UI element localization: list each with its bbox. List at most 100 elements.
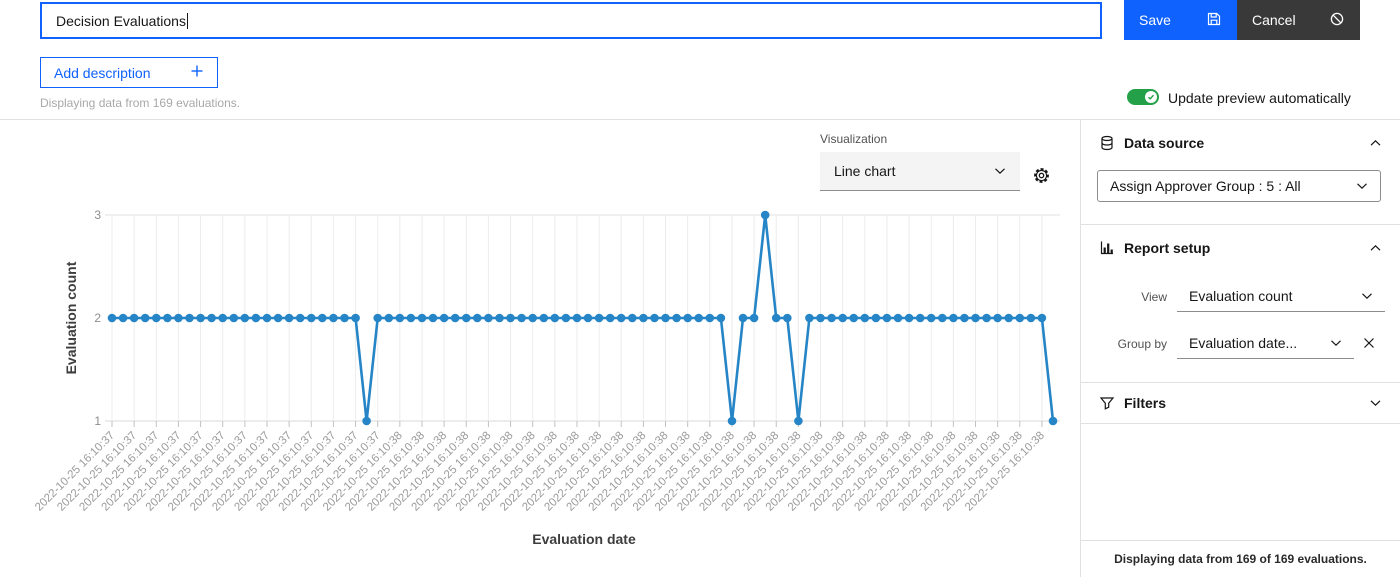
chart-point[interactable] (761, 211, 770, 220)
chart-point[interactable] (849, 314, 858, 323)
chart-point[interactable] (905, 314, 914, 323)
chart-point[interactable] (1016, 314, 1025, 323)
chart-point[interactable] (207, 314, 216, 323)
chart-point[interactable] (440, 314, 449, 323)
save-button[interactable]: Save (1124, 0, 1237, 40)
chart-point[interactable] (562, 314, 571, 323)
chart-point[interactable] (174, 314, 183, 323)
add-description-button[interactable]: Add description (40, 57, 218, 88)
chart-point[interactable] (683, 314, 692, 323)
chart-point[interactable] (805, 314, 814, 323)
chart-point[interactable] (451, 314, 460, 323)
chart-point[interactable] (838, 314, 847, 323)
chart-point[interactable] (883, 314, 892, 323)
chart-point[interactable] (495, 314, 504, 323)
chart-point[interactable] (584, 314, 593, 323)
cancel-button[interactable]: Cancel (1237, 0, 1360, 40)
chart-point[interactable] (1038, 314, 1047, 323)
group-by-select[interactable]: Evaluation date... (1177, 328, 1354, 359)
database-icon (1099, 135, 1115, 151)
chart-point[interactable] (418, 314, 427, 323)
chart-point[interactable] (462, 314, 471, 323)
chart-point[interactable] (960, 314, 969, 323)
chart-point[interactable] (916, 314, 925, 323)
chart-point[interactable] (373, 314, 382, 323)
chart-point[interactable] (141, 314, 150, 323)
chart-point[interactable] (263, 314, 272, 323)
chart-point[interactable] (540, 314, 549, 323)
chart-point[interactable] (595, 314, 604, 323)
chart-point[interactable] (894, 314, 903, 323)
view-select[interactable]: Evaluation count (1177, 281, 1385, 312)
report-title-input[interactable]: Decision Evaluations (40, 2, 1102, 39)
chart-point[interactable] (218, 314, 227, 323)
chart-point[interactable] (119, 314, 128, 323)
chart-point[interactable] (827, 314, 836, 323)
chart-point[interactable] (728, 417, 737, 426)
chart-point[interactable] (1004, 314, 1013, 323)
chart-point[interactable] (816, 314, 825, 323)
chart-point[interactable] (717, 314, 726, 323)
chart-point[interactable] (163, 314, 172, 323)
chart-point[interactable] (606, 314, 615, 323)
chart-point[interactable] (783, 314, 792, 323)
chart-point[interactable] (185, 314, 194, 323)
chart-point[interactable] (672, 314, 681, 323)
chart-point[interactable] (750, 314, 759, 323)
chart-point[interactable] (318, 314, 327, 323)
chart-point[interactable] (385, 314, 394, 323)
chart-point[interactable] (473, 314, 482, 323)
chart-point[interactable] (861, 314, 870, 323)
chart-point[interactable] (617, 314, 626, 323)
chart-point[interactable] (982, 314, 991, 323)
chart-point[interactable] (230, 314, 239, 323)
chart-point[interactable] (551, 314, 560, 323)
chart-point[interactable] (407, 314, 416, 323)
chart-point[interactable] (307, 314, 316, 323)
chart-point[interactable] (639, 314, 648, 323)
chart-point[interactable] (694, 314, 703, 323)
data-source-selected: Assign Approver Group : 5 : All (1110, 178, 1301, 194)
chart-point[interactable] (628, 314, 637, 323)
chart-point[interactable] (152, 314, 161, 323)
chart-point[interactable] (1049, 417, 1058, 426)
chart-point[interactable] (396, 314, 405, 323)
chart-point[interactable] (506, 314, 515, 323)
chart-point[interactable] (340, 314, 349, 323)
chart-point[interactable] (130, 314, 139, 323)
remove-group-by-button[interactable] (1360, 334, 1378, 352)
chart-point[interactable] (528, 314, 537, 323)
chart-point[interactable] (949, 314, 958, 323)
chart-point[interactable] (484, 314, 493, 323)
chart-point[interactable] (351, 314, 360, 323)
chart-point[interactable] (329, 314, 338, 323)
section-header-report-setup[interactable]: Report setup (1081, 225, 1400, 270)
chart-point[interactable] (1027, 314, 1036, 323)
update-preview-toggle[interactable] (1127, 89, 1159, 105)
chart-point[interactable] (706, 314, 715, 323)
chart-point[interactable] (252, 314, 261, 323)
chart-point[interactable] (661, 314, 670, 323)
chart-point[interactable] (274, 314, 283, 323)
chart-point[interactable] (938, 314, 947, 323)
chart-point[interactable] (927, 314, 936, 323)
chart-point[interactable] (971, 314, 980, 323)
chart-point[interactable] (108, 314, 117, 323)
chart-point[interactable] (650, 314, 659, 323)
chart-point[interactable] (285, 314, 294, 323)
chart-point[interactable] (362, 417, 371, 426)
chart-point[interactable] (196, 314, 205, 323)
chart-point[interactable] (429, 314, 438, 323)
data-source-select[interactable]: Assign Approver Group : 5 : All (1097, 170, 1381, 202)
chart-point[interactable] (241, 314, 250, 323)
chart-point[interactable] (794, 417, 803, 426)
chart-point[interactable] (993, 314, 1002, 323)
chart-point[interactable] (573, 314, 582, 323)
section-header-data-source[interactable]: Data source (1081, 120, 1400, 165)
chart-point[interactable] (872, 314, 881, 323)
section-header-filters[interactable]: Filters (1081, 383, 1400, 423)
chart-point[interactable] (296, 314, 305, 323)
chart-point[interactable] (772, 314, 781, 323)
chart-point[interactable] (517, 314, 526, 323)
chart-point[interactable] (739, 314, 748, 323)
